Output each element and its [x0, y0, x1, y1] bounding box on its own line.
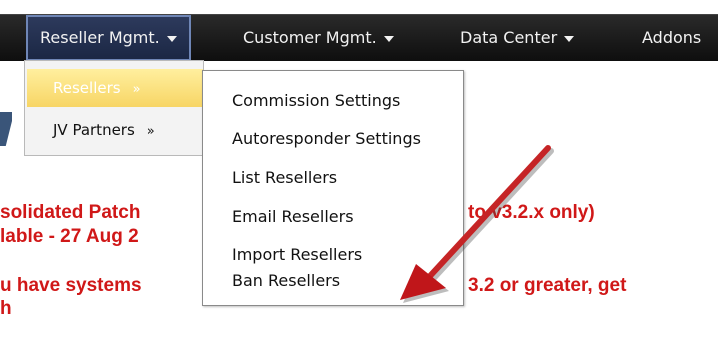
red-arrow-icon: [400, 145, 554, 303]
